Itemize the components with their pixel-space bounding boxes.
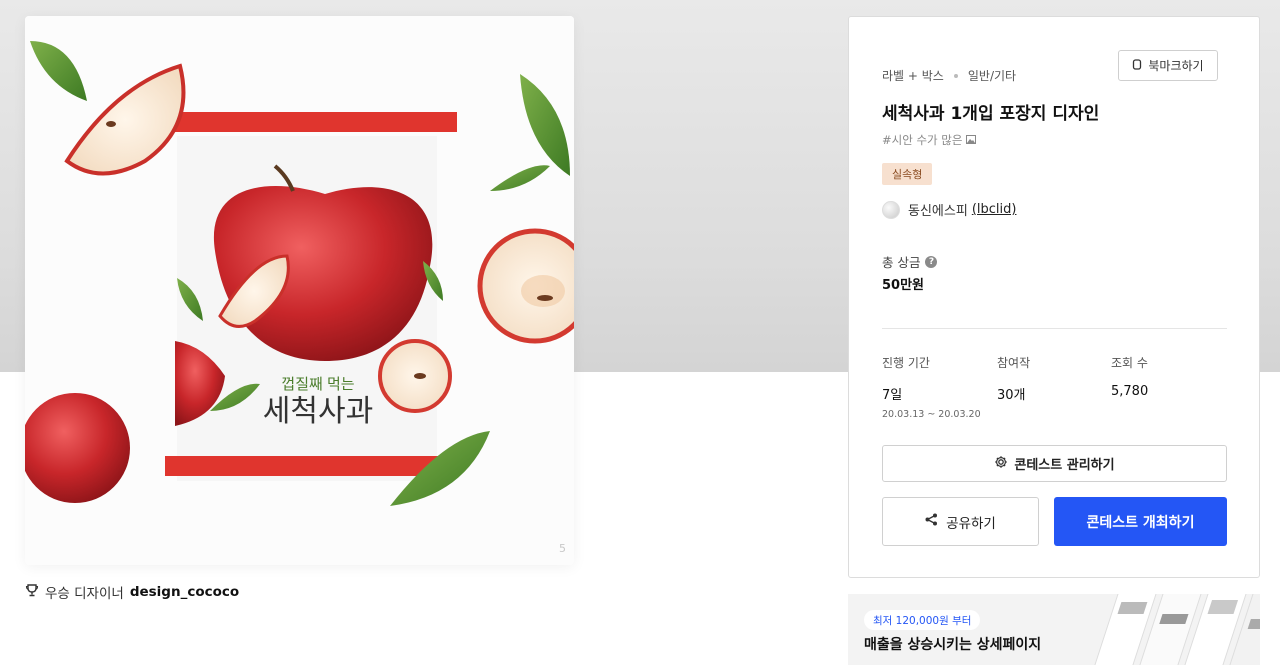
package-top-stripe [165, 112, 457, 132]
bookmark-button[interactable]: 북마크하기 [1118, 50, 1218, 81]
prize-value: 50만원 [882, 278, 925, 293]
stat-label: 참여작 [997, 356, 1031, 370]
contest-tagline: #시안 수가 많은 [882, 132, 977, 148]
detail-page-promo-banner[interactable]: 최저 120,000원 부터 매출을 상승시키는 상세페이지 [848, 594, 1260, 665]
contest-title: 세척사과 1개입 포장지 디자인 [882, 104, 1100, 124]
share-icon [925, 513, 938, 530]
prize-label-row: 총 상금 ? [882, 252, 938, 271]
manage-contest-button[interactable]: 콘테스트 관리하기 [882, 445, 1227, 482]
stat-value: 30개 [997, 388, 1026, 403]
host-handle-link[interactable]: (lbclid) [972, 202, 1017, 217]
promo-price-pill: 최저 120,000원 부터 [864, 610, 981, 630]
help-icon[interactable]: ? [925, 255, 938, 268]
subcategory-label[interactable]: 일반/기타 [968, 67, 1016, 84]
winner-designer-name[interactable]: design_cococo [130, 584, 239, 600]
winner-designer: 우승 디자이너 design_cococo [25, 582, 239, 602]
apple-package-illustration: 껍질째 먹는 세척사과 [25, 16, 574, 565]
tagline-text: #시안 수가 많은 [882, 133, 967, 147]
promo-illustration [1092, 594, 1260, 665]
package-slogan: 껍질째 먹는 [281, 376, 354, 393]
prize-label: 총 상금 [882, 255, 921, 270]
trophy-icon [25, 583, 39, 601]
package-bottom-stripe [165, 456, 457, 476]
host-contest-button[interactable]: 콘테스트 개최하기 [1054, 497, 1227, 546]
stat-value: 5,780 [1111, 384, 1149, 399]
bookmark-icon [1132, 58, 1142, 73]
bottom-left-apple [25, 393, 130, 503]
breadcrumb-separator [953, 73, 958, 78]
stat-date-range: 20.03.13 ~ 20.03.20 [882, 409, 981, 420]
category-label[interactable]: 라벨 + 박스 [882, 67, 944, 84]
share-label: 공유하기 [946, 515, 996, 532]
stat-entries: 참여작 30개 [997, 354, 1030, 403]
image-icon [966, 133, 977, 147]
host-name: 동신에스피 [908, 204, 968, 219]
host-avatar [882, 200, 900, 219]
stat-label: 진행 기간 [882, 356, 930, 370]
winner-label: 우승 디자이너 [45, 586, 124, 602]
section-divider [882, 328, 1227, 329]
brand-watermark: 5 [559, 542, 566, 555]
manage-contest-label: 콘테스트 관리하기 [1014, 458, 1115, 473]
contest-type-badge: 실속형 [882, 163, 933, 185]
share-button[interactable]: 공유하기 [882, 497, 1039, 546]
category-breadcrumb: 라벨 + 박스 일반/기타 [882, 67, 1016, 84]
promo-headline: 매출을 상승시키는 상세페이지 [864, 637, 1042, 653]
contest-info-card: 라벨 + 박스 일반/기타 북마크하기 세척사과 1개입 포장지 디자인 #시안… [848, 16, 1260, 578]
bookmark-label: 북마크하기 [1148, 59, 1204, 73]
stat-views: 조회 수 5,780 [1111, 354, 1148, 399]
stat-label: 조회 수 [1111, 356, 1148, 370]
package-name: 세척사과 [263, 395, 373, 428]
contest-host[interactable]: 동신에스피 (lbclid) [882, 200, 1016, 219]
contest-main-image[interactable]: 껍질째 먹는 세척사과 5 [25, 16, 574, 565]
stat-value: 7일 [882, 388, 903, 403]
gear-icon [994, 455, 1008, 473]
stat-duration: 진행 기간 7일 20.03.13 ~ 20.03.20 [882, 354, 981, 420]
